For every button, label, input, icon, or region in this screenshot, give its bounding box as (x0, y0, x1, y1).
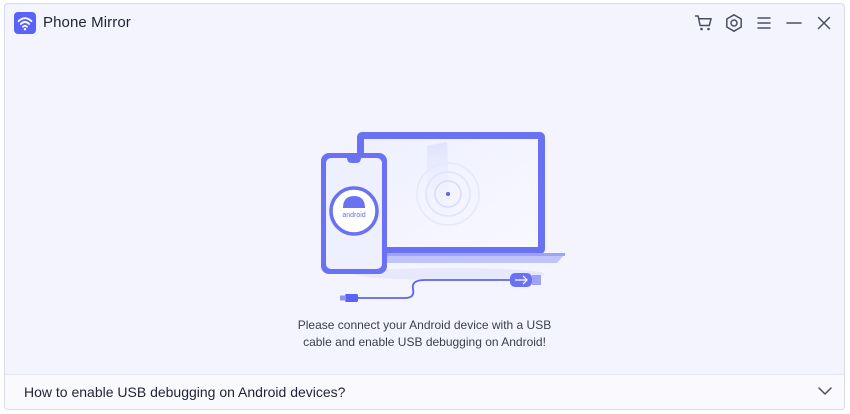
cart-icon (694, 15, 712, 31)
chevron-down-icon[interactable] (817, 383, 833, 399)
menu-button[interactable] (752, 11, 776, 35)
settings-icon (726, 14, 742, 32)
minimize-button[interactable] (782, 11, 806, 35)
instruction-line-2: cable and enable USB debugging on Androi… (303, 335, 546, 349)
wifi-mirror-icon (14, 12, 36, 34)
minimize-icon (786, 22, 802, 24)
app-title: Phone Mirror (43, 14, 131, 31)
usb-debugging-help-label: How to enable USB debugging on Android d… (24, 384, 346, 400)
close-icon (817, 16, 831, 30)
app-window: Phone Mirror android Please connect your… (4, 3, 845, 410)
phone-laptop-illustration: android (321, 132, 565, 302)
menu-icon (757, 17, 771, 29)
usb-debugging-help-bar[interactable]: How to enable USB debugging on Android d… (5, 374, 844, 409)
instruction-line-1: Please connect your Android device with … (297, 318, 552, 332)
title-bar: Phone Mirror (5, 4, 844, 42)
close-button[interactable] (812, 11, 836, 35)
connect-instruction: Please connect your Android device with … (5, 317, 844, 351)
usb-cable (357, 279, 510, 299)
window-controls (686, 11, 836, 35)
android-badge-text: android (342, 212, 365, 219)
settings-button[interactable] (722, 11, 746, 35)
cart-button[interactable] (692, 11, 716, 35)
